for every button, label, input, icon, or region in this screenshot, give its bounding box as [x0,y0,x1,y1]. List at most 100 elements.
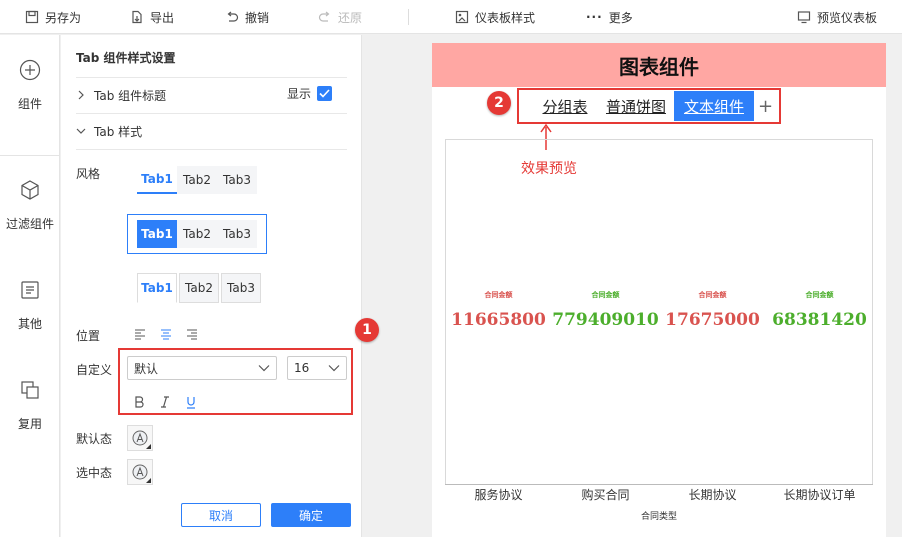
redo-button[interactable]: 还原 [318,0,362,34]
show-title-toggle[interactable]: 显示 [287,85,332,102]
rail-item-filters[interactable]: 过滤组件 [0,155,60,255]
plus-circle-icon [19,59,41,80]
font-family-value: 默认 [134,361,159,376]
save-as-label: 另存为 [45,10,82,25]
cancel-button[interactable]: 取消 [181,503,261,527]
value-label: 合同金额 [484,291,513,299]
section-tab-style[interactable]: Tab 样式 [76,121,347,141]
export-button[interactable]: 导出 [130,0,174,34]
align-right-icon[interactable] [186,328,198,340]
more-button[interactable]: ··· 更多 [586,0,633,34]
toolbar-divider [408,9,409,25]
redo-label: 还原 [338,10,363,25]
style-label: 风格 [76,167,101,181]
rail-item-other[interactable]: 其他 [0,255,60,355]
position-label: 位置 [76,329,101,343]
sample-tab: Tab2 [179,273,219,303]
rail-label: 过滤组件 [5,216,54,231]
preview-tab[interactable]: 普通饼图 [601,91,671,121]
preview-tab[interactable]: 分组表 [537,91,593,121]
section-tab-style-label: Tab 样式 [94,124,143,139]
default-state-style-button[interactable] [127,425,153,451]
sample-tab: Tab3 [221,273,261,303]
save-icon [25,10,39,24]
chevron-down-icon [258,365,270,372]
redo-icon [318,11,330,22]
preview-dashboard-button[interactable]: 预览仪表板 [797,0,877,34]
sample-tab: Tab1 [137,273,177,303]
x-tick-label: 服务协议 [474,488,523,502]
alignment-group [134,328,198,340]
rail-item-reuse[interactable]: 复用 [0,355,60,455]
style-option-card[interactable]: Tab1 Tab2 Tab3 [137,273,263,303]
sample-tab: Tab1 [137,220,177,248]
value-label: 合同金额 [591,291,620,299]
chevron-down-icon [76,126,86,136]
font-size-select[interactable]: 16 [287,356,347,380]
x-tick-label: 购买合同 [581,488,630,502]
style-option-filled[interactable]: Tab1 Tab2 Tab3 [137,220,257,248]
cube-icon [21,179,39,200]
dashboard-style-button[interactable]: 仪表板样式 [455,0,535,34]
rail-item-components[interactable]: 组件 [0,35,60,135]
check-icon [319,89,330,98]
show-label: 显示 [286,87,311,101]
italic-icon[interactable] [157,394,173,410]
tab-style-settings-panel: Tab 组件样式设置 Tab 组件标题 显示 Tab 样式 风格 Tab1 Ta… [61,35,362,537]
bold-icon[interactable] [131,394,147,410]
panel-title: Tab 组件样式设置 [76,51,176,65]
rail-label: 组件 [17,96,42,111]
preview-tab-active[interactable]: 文本组件 [674,91,754,121]
chevron-down-icon [328,365,340,372]
chart-component-title: 图表组件 [432,43,886,87]
show-checkbox[interactable] [317,86,332,101]
undo-button[interactable]: 撤销 [225,0,269,34]
align-left-icon[interactable] [134,328,146,340]
ok-button[interactable]: 确定 [271,503,351,527]
value-number: 11665800 [451,310,546,330]
rail-label: 复用 [17,416,42,431]
font-family-select[interactable]: 默认 [127,356,277,380]
selected-state-label: 选中态 [76,466,113,480]
dashboard-style-label: 仪表板样式 [475,10,536,25]
chevron-right-icon [76,90,86,100]
callout-badge-2: 2 [487,91,511,115]
export-icon [132,10,142,24]
x-axis-title: 合同类型 [640,512,677,522]
sample-tab: Tab2 [183,227,211,241]
tab-bar-preview: 分组表 普通饼图 文本组件 + [517,88,781,124]
underline-icon[interactable] [183,394,199,410]
palette-icon [455,10,469,24]
value-label: 合同金额 [805,291,834,299]
rail-label: 其他 [17,316,42,331]
section-tab-title[interactable]: Tab 组件标题 显示 [76,85,347,105]
top-toolbar: 另存为 导出 撤销 还原 仪表板样式 ··· 更多 预览仪表板 [0,0,902,34]
text-doc-icon [21,280,39,299]
value-number: 17675000 [665,310,760,330]
x-tick-label: 长期协议订单 [783,488,856,502]
value-number: 779409010 [552,310,659,330]
export-label: 导出 [150,10,175,25]
align-center-icon[interactable] [160,328,172,340]
save-as-button[interactable]: 另存为 [25,0,81,34]
divider [76,113,347,114]
default-state-label: 默认态 [76,432,113,446]
style-option-underline[interactable]: Tab1 Tab2 Tab3 [137,166,257,194]
section-tab-title-label: Tab 组件标题 [94,88,167,103]
more-label: 更多 [608,10,633,25]
sample-tab: Tab2 [183,173,211,187]
divider [76,149,347,150]
dashboard-canvas: 图表组件 分组表 普通饼图 文本组件 + 效果预览 合同金额 11665800 服务… [432,43,886,537]
x-tick-label: 长期协议 [688,488,737,502]
sample-tab: Tab3 [223,227,251,241]
preview-dashboard-label: 预览仪表板 [817,10,878,25]
add-tab-icon[interactable]: + [758,91,773,121]
x-axis-line [445,484,873,485]
layers-icon [21,380,39,399]
callout-badge-1: 1 [355,318,379,342]
sample-tab: Tab3 [223,173,251,187]
monitor-icon [797,11,811,24]
undo-icon [227,11,239,22]
sample-tab: Tab1 [137,166,177,194]
selected-state-style-button[interactable] [127,459,153,485]
